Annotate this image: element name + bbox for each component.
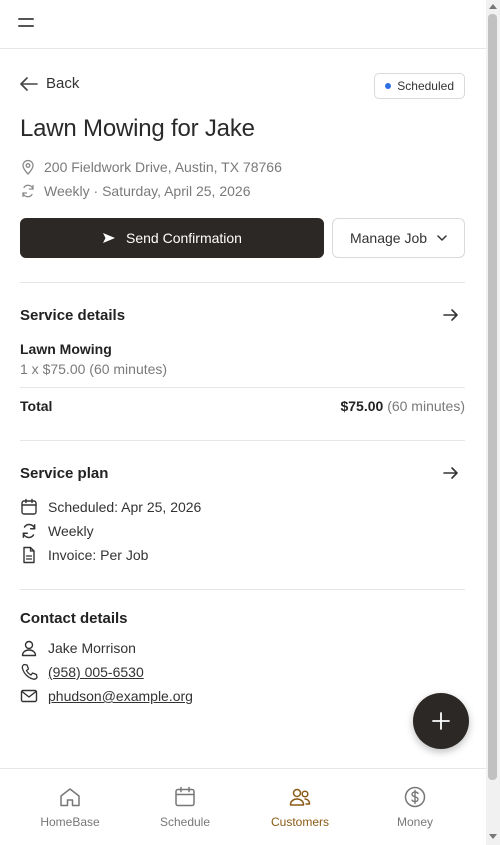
status-dot bbox=[385, 83, 392, 89]
contact-details-title: Contact details bbox=[20, 610, 128, 627]
nav-item-money[interactable]: Money bbox=[365, 785, 465, 829]
job-address: 200 Fieldwork Drive, Austin, TX 78766 bbox=[20, 159, 282, 175]
plan-frequency-row: Weekly bbox=[20, 522, 94, 540]
nav-label-money: Money bbox=[396, 815, 434, 829]
page-title: Lawn Mowing for Jake bbox=[20, 115, 255, 142]
bottom-nav: HomeBase Schedule Customers Money bbox=[0, 768, 486, 845]
status-label: Scheduled bbox=[397, 79, 454, 93]
plan-scheduled-row: Scheduled: Apr 25, 2026 bbox=[20, 498, 201, 516]
back-row: Back Scheduled bbox=[20, 73, 465, 99]
arrow-right-icon[interactable] bbox=[443, 307, 459, 323]
contact-name: Jake Morrison bbox=[48, 640, 136, 656]
nav-item-customers[interactable]: Customers bbox=[250, 785, 350, 829]
status-badge: Scheduled bbox=[374, 73, 465, 99]
plus-icon bbox=[432, 712, 450, 730]
address-text: 200 Fieldwork Drive, Austin, TX 78766 bbox=[44, 159, 282, 175]
nav-label-homebase: HomeBase bbox=[40, 815, 100, 829]
customers-icon bbox=[289, 788, 311, 806]
total-duration: (60 minutes) bbox=[387, 398, 465, 414]
service-plan-title: Service plan bbox=[20, 465, 109, 482]
service-details-title: Service details bbox=[20, 307, 126, 324]
scroll-down-arrow[interactable] bbox=[489, 834, 497, 839]
manage-job-button[interactable]: Manage Job bbox=[332, 218, 465, 258]
chevron-down-icon bbox=[437, 235, 447, 241]
service-item-name: Lawn Mowing bbox=[20, 341, 112, 357]
send-icon bbox=[103, 233, 116, 243]
back-label: Back bbox=[46, 75, 80, 92]
phone-icon bbox=[21, 663, 38, 680]
nav-item-schedule[interactable]: Schedule bbox=[135, 785, 235, 829]
divider bbox=[20, 387, 465, 388]
repeat-icon bbox=[22, 523, 36, 539]
manage-job-label: Manage Job bbox=[349, 230, 428, 246]
home-icon bbox=[60, 788, 80, 807]
divider bbox=[20, 440, 465, 441]
contact-email-link[interactable]: phudson@example.org bbox=[48, 688, 193, 704]
repeat-icon bbox=[22, 184, 34, 198]
send-confirmation-button[interactable]: Send Confirmation bbox=[20, 218, 324, 258]
divider bbox=[20, 282, 465, 283]
scroll-up-arrow[interactable] bbox=[489, 4, 497, 9]
total-label: Total bbox=[20, 398, 53, 414]
plan-scheduled-text: Scheduled: Apr 25, 2026 bbox=[48, 499, 202, 515]
calendar-icon bbox=[175, 786, 195, 807]
divider bbox=[20, 589, 465, 590]
dollar-icon bbox=[404, 786, 426, 808]
contact-phone-link[interactable]: (958) 005-6530 bbox=[48, 664, 144, 680]
calendar-icon bbox=[21, 498, 37, 515]
location-pin-icon bbox=[22, 159, 34, 175]
back-button[interactable]: Back bbox=[20, 75, 79, 92]
mail-icon bbox=[20, 689, 38, 703]
nav-item-homebase[interactable]: HomeBase bbox=[20, 785, 120, 829]
plan-frequency-text: Weekly bbox=[48, 523, 94, 539]
job-schedule: Weekly · Saturday, April 25, 2026 bbox=[20, 183, 250, 199]
top-bar bbox=[0, 0, 486, 49]
contact-email-row: phudson@example.org bbox=[20, 687, 193, 705]
arrow-left-icon bbox=[20, 76, 38, 91]
contact-phone-row: (958) 005-6530 bbox=[20, 663, 144, 681]
send-confirmation-label: Send Confirmation bbox=[126, 230, 242, 246]
scrollbar[interactable] bbox=[486, 0, 500, 845]
hamburger-icon[interactable] bbox=[18, 16, 36, 30]
add-fab-button[interactable] bbox=[413, 693, 469, 749]
person-icon bbox=[21, 640, 37, 657]
total-amount: $75.00 bbox=[340, 398, 384, 414]
nav-label-customers: Customers bbox=[270, 815, 329, 829]
arrow-right-icon[interactable] bbox=[443, 465, 459, 481]
nav-label-schedule: Schedule bbox=[159, 815, 211, 829]
plan-invoice-text: Invoice: Per Job bbox=[48, 547, 149, 563]
scrollbar-thumb[interactable] bbox=[488, 14, 497, 780]
total-value: $75.00 (60 minutes) bbox=[340, 398, 465, 414]
contact-name-row: Jake Morrison bbox=[20, 639, 136, 657]
service-item-detail: 1 x $75.00 (60 minutes) bbox=[20, 361, 168, 377]
document-icon bbox=[23, 546, 35, 564]
plan-invoice-row: Invoice: Per Job bbox=[20, 546, 148, 564]
schedule-text: Weekly · Saturday, April 25, 2026 bbox=[44, 183, 251, 199]
